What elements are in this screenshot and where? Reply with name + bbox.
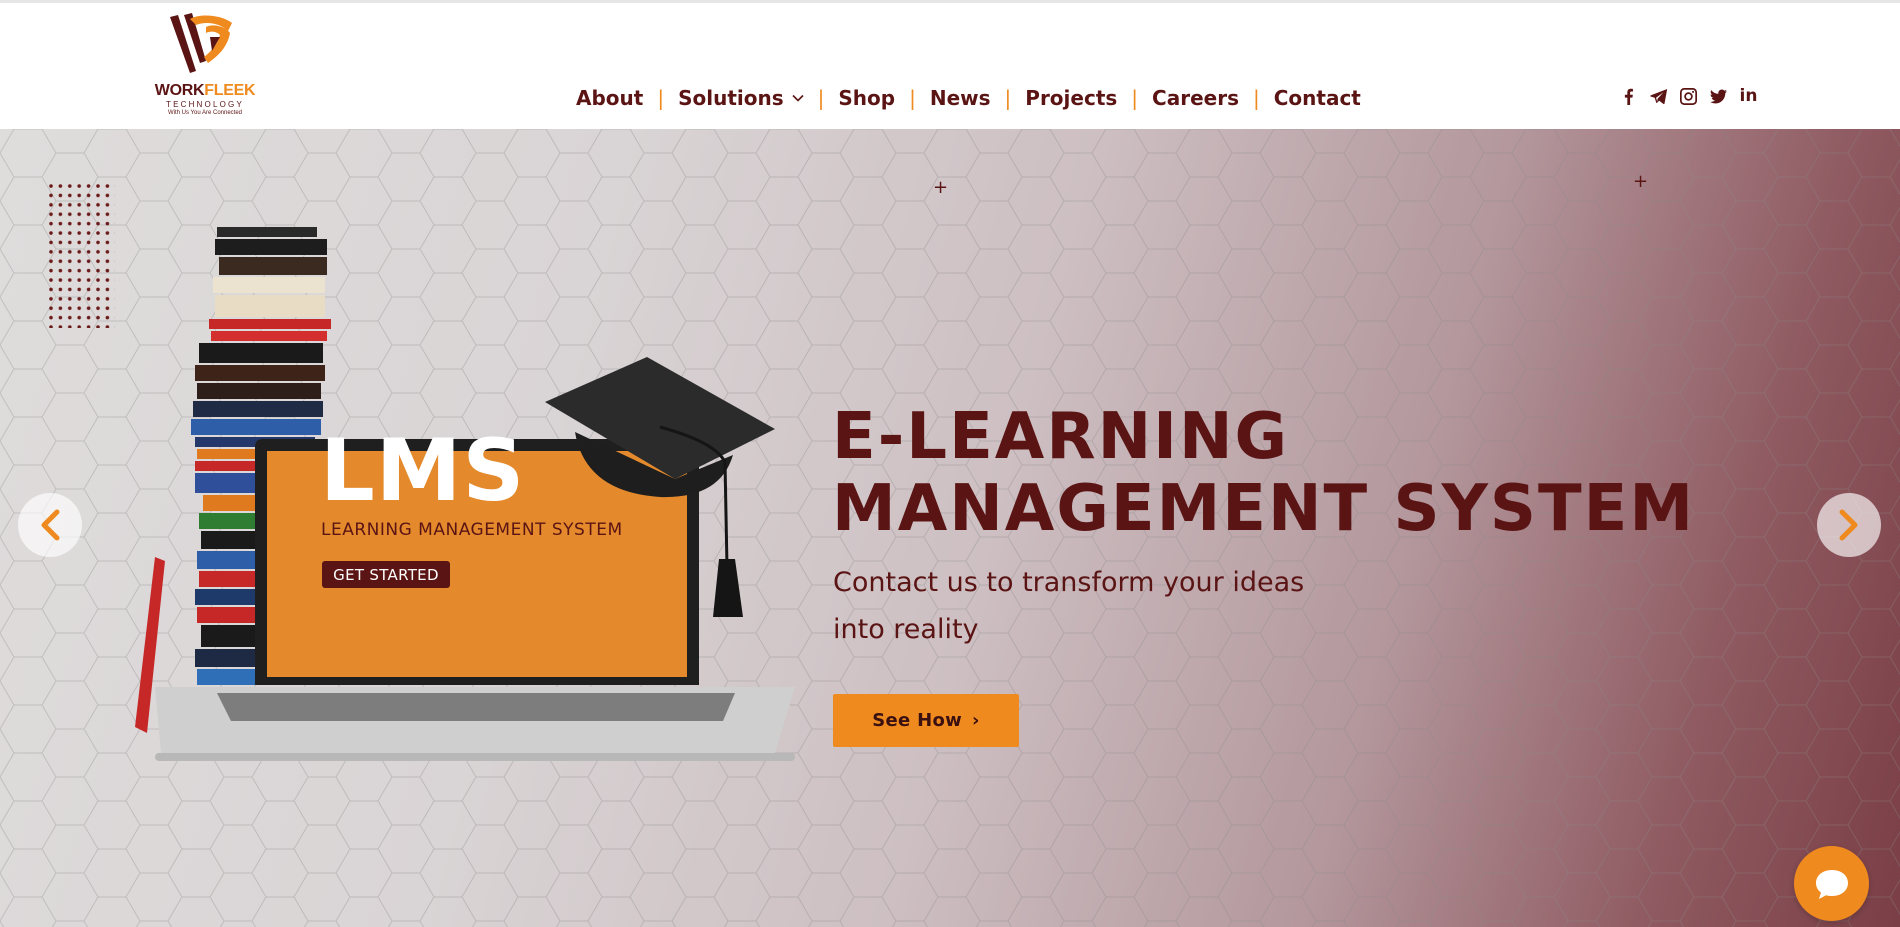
chevron-right-icon: ›	[972, 710, 980, 731]
twitter-icon[interactable]	[1710, 88, 1727, 105]
nav-about[interactable]: About	[576, 86, 643, 110]
hero-subtitle: Contact us to transform your ideas into …	[833, 559, 1333, 653]
carousel-prev-button[interactable]	[18, 493, 82, 557]
hero-title-line2: MANAGEMENT SYSTEM	[832, 472, 1696, 546]
facebook-icon[interactable]	[1620, 88, 1637, 105]
get-started-button[interactable]: GET STARTED	[322, 561, 450, 588]
nav-shop[interactable]: Shop	[838, 86, 895, 110]
chat-bubble-icon	[1815, 869, 1848, 899]
nav-separator: |	[1004, 86, 1012, 110]
logo-tagline: With Us You Are Connected	[167, 110, 243, 116]
chevron-left-icon	[41, 509, 60, 541]
carousel-next-button[interactable]	[1817, 493, 1881, 557]
nav-solutions-label: Solutions	[678, 86, 784, 110]
main-nav: About | Solutions | Shop | News | Projec…	[576, 83, 1361, 113]
see-how-label: See How	[872, 710, 963, 731]
nav-news[interactable]: News	[930, 86, 991, 110]
nav-separator: |	[909, 86, 916, 110]
lms-screen-title: LMS	[320, 421, 526, 521]
nav-separator: |	[817, 86, 825, 110]
telegram-icon[interactable]	[1650, 88, 1667, 105]
hero-title: E-LEARNING MANAGEMENT SYSTEM	[832, 401, 1732, 545]
nav-separator: |	[657, 86, 665, 110]
logo-word-accent: FLEEK	[204, 82, 256, 99]
workfleek-logo[interactable]: WORKFLEEK TECHNOLOGY With Us You Are Con…	[150, 11, 260, 123]
logo-mark-icon	[170, 13, 232, 73]
hero-subtitle-line1: Contact us to transform your ideas	[833, 567, 1305, 598]
hero-subtitle-line2: into reality	[833, 614, 979, 645]
plus-decoration: +	[1633, 171, 1649, 192]
chat-widget-button[interactable]	[1794, 846, 1869, 921]
chevron-right-icon	[1839, 509, 1858, 541]
nav-separator: |	[1131, 86, 1139, 110]
instagram-icon[interactable]	[1680, 88, 1697, 105]
social-links: in	[1620, 88, 1757, 105]
dot-grid-decoration	[49, 184, 115, 328]
site-header: WORKFLEEK TECHNOLOGY With Us You Are Con…	[0, 3, 1900, 129]
see-how-button[interactable]: See How ›	[833, 694, 1019, 747]
nav-solutions[interactable]: Solutions	[678, 86, 804, 110]
logo-word-main: WORK	[154, 82, 205, 99]
logo-subtitle: TECHNOLOGY	[165, 100, 244, 109]
nav-careers[interactable]: Careers	[1152, 86, 1239, 110]
nav-contact[interactable]: Contact	[1274, 86, 1361, 110]
linkedin-icon[interactable]: in	[1740, 88, 1758, 105]
lms-screen-subtitle: LEARNING MANAGEMENT SYSTEM	[321, 520, 623, 540]
nav-projects[interactable]: Projects	[1025, 86, 1117, 110]
plus-decoration: +	[933, 177, 949, 198]
hero-carousel: + + LMS LEARNING MANAGEMENT SYSTEM GET S…	[0, 129, 1900, 927]
chevron-down-icon	[792, 94, 804, 102]
logo-wordmark: WORKFLEEK	[150, 83, 260, 99]
hero-title-line1: E-LEARNING	[832, 400, 1290, 474]
nav-separator: |	[1252, 86, 1260, 110]
